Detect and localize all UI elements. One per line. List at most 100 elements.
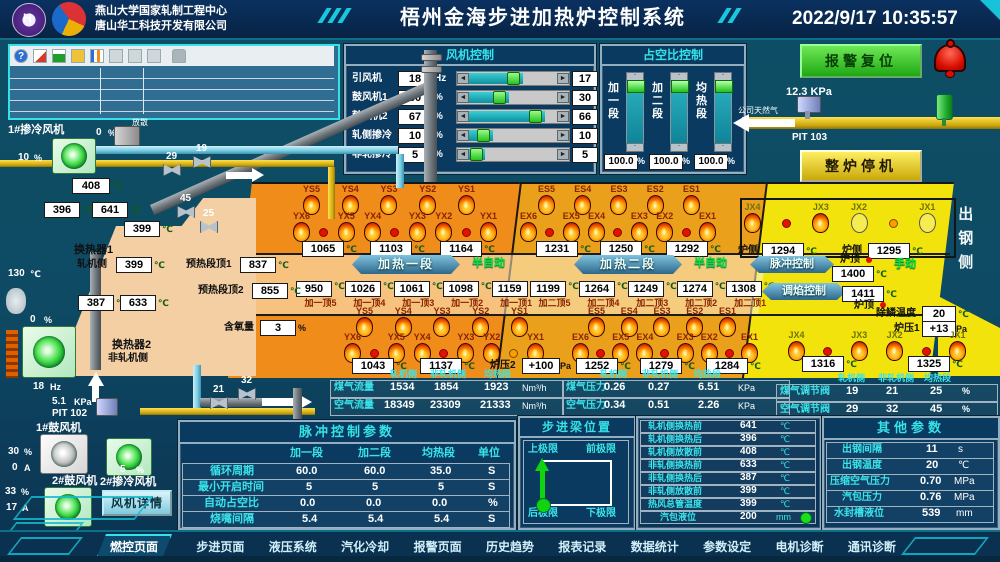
fan2-icon[interactable] <box>106 438 152 476</box>
hx-value: 399 <box>740 498 757 510</box>
burner-flame-icon[interactable] <box>851 341 868 361</box>
window-icon[interactable] <box>128 49 142 63</box>
valve-icon[interactable] <box>177 206 195 218</box>
pulse-cell[interactable]: 5 <box>306 481 312 494</box>
pulse-unit: S <box>488 513 495 526</box>
burner-flame-icon[interactable] <box>364 222 381 242</box>
pulse-cell[interactable]: 60.0 <box>296 465 317 478</box>
burner-flame-icon[interactable] <box>588 222 605 242</box>
fan-slider[interactable]: ◄► <box>456 109 570 124</box>
pulse-control-button[interactable]: 脉冲控制 <box>750 256 834 273</box>
pulse-cell[interactable]: 5 <box>438 481 444 494</box>
burner-flame-icon[interactable] <box>744 213 761 233</box>
burner-flame-icon[interactable] <box>886 341 903 361</box>
hx-value: 408 <box>740 446 757 458</box>
pulse-cell[interactable]: 0.0 <box>366 497 381 510</box>
blower2-label: 2#鼓风机 <box>52 475 97 488</box>
send-icon[interactable] <box>33 49 47 63</box>
flue-temp: 641 <box>92 202 128 218</box>
zone2-button[interactable]: 加热二段 <box>574 255 682 274</box>
pulse-unit: % <box>488 497 498 510</box>
tab-settings[interactable]: 参数设定 <box>703 538 751 555</box>
burner-flame-icon[interactable] <box>480 222 497 242</box>
burner-flame-icon[interactable] <box>563 222 580 242</box>
pulse-cell[interactable]: 5.4 <box>302 513 317 526</box>
burner-label: YX5 <box>338 211 355 221</box>
burner-flame-icon[interactable] <box>520 222 537 242</box>
other-unit: MPa <box>954 492 975 504</box>
cell: 18349 <box>384 399 415 412</box>
tab-walking[interactable]: 步进页面 <box>196 538 244 555</box>
burner-label: EX6 <box>520 211 537 221</box>
blower1-icon[interactable] <box>40 434 88 474</box>
tab-hydraulic[interactable]: 液压系统 <box>269 538 317 555</box>
gas-actuator-valve[interactable] <box>936 94 953 120</box>
duty-value[interactable]: 100.0 <box>694 154 728 170</box>
tab-alarm[interactable]: 报警页面 <box>414 538 462 555</box>
burner-flame-icon[interactable] <box>699 222 716 242</box>
burner-flame-icon[interactable] <box>338 222 355 242</box>
pulse-cell[interactable]: 5.4 <box>434 513 449 526</box>
duty-value[interactable]: 100.0 <box>604 154 638 170</box>
pulse-cell[interactable]: 35.0 <box>430 465 451 478</box>
tab-vapor-cooling[interactable]: 汽化冷却 <box>341 538 389 555</box>
pulse-cell[interactable]: 60.0 <box>364 465 385 478</box>
flame-adjust-button[interactable]: 调焰控制 <box>762 283 846 300</box>
pulse-cell[interactable]: 0.0 <box>300 497 315 510</box>
mid-fan-pct: 0 <box>30 314 36 326</box>
burner-flame-icon[interactable] <box>435 222 452 242</box>
hx-label: 非轧侧换热前 <box>648 460 702 470</box>
duty-slider[interactable]: -- <box>670 72 688 152</box>
burner-flame-icon[interactable] <box>293 222 310 242</box>
drum-level-indicator <box>800 512 812 524</box>
gas-flow-arrow-tail <box>749 119 795 127</box>
burner-flame-icon[interactable] <box>656 222 673 242</box>
burner-label: JX2 <box>851 202 867 212</box>
chart-icon[interactable] <box>90 49 104 63</box>
discharge-side-label: 出钢侧 <box>956 206 973 278</box>
lock-icon[interactable] <box>172 49 186 63</box>
fan-slider[interactable]: ◄► <box>456 128 570 143</box>
heat-exchanger2-label: 换热器2 <box>112 339 151 352</box>
burner-flame-icon[interactable] <box>409 222 426 242</box>
pulse-cell[interactable]: 5.4 <box>368 513 383 526</box>
status-dot <box>660 349 669 358</box>
tab-history-trend[interactable]: 历史趋势 <box>486 538 534 555</box>
duty-slider[interactable]: -- <box>714 72 732 152</box>
export-icon[interactable] <box>147 49 161 63</box>
alarm-bell-icon[interactable] <box>934 44 966 72</box>
mid-fan-icon[interactable] <box>22 326 76 378</box>
pulse-cell[interactable]: 5 <box>372 481 378 494</box>
burner-flame-icon-off[interactable] <box>919 213 936 233</box>
fan-slider[interactable]: ◄► <box>456 90 570 105</box>
zone1-button[interactable]: 加热一段 <box>352 255 460 274</box>
tab-motor-diag[interactable]: 电机诊断 <box>776 538 824 555</box>
unit-kpa: KPa <box>74 397 92 407</box>
fan-slider[interactable]: ◄► <box>456 71 570 86</box>
burner-flame-icon-off[interactable] <box>851 213 868 233</box>
row-label: 煤气压力 <box>566 382 606 394</box>
furnace-stop-button[interactable]: 整炉停机 <box>800 150 922 182</box>
alarm-reset-button[interactable]: 报警复位 <box>800 44 922 78</box>
pulse-cell[interactable]: 0.0 <box>432 497 447 510</box>
duty-value[interactable]: 100.0 <box>649 154 683 170</box>
burner-label: EX2 <box>656 211 673 221</box>
duty-slider[interactable]: -- <box>626 72 644 152</box>
fan-slider[interactable]: ◄► <box>456 147 570 162</box>
col-header: 均热段 <box>694 369 721 379</box>
burner-flame-icon[interactable] <box>631 222 648 242</box>
burner-flame-icon[interactable] <box>812 213 829 233</box>
tab-statistics[interactable]: 数据统计 <box>631 538 679 555</box>
tab-comm-diag[interactable]: 通讯诊断 <box>848 538 896 555</box>
report-icon[interactable] <box>109 49 123 63</box>
cell-unit: % <box>962 404 970 414</box>
alarm-grid[interactable] <box>10 68 334 114</box>
tab-report[interactable]: 报表记录 <box>558 538 606 555</box>
burner-flame-icon[interactable] <box>949 341 966 361</box>
folder-icon[interactable] <box>71 49 85 63</box>
burner-label: YS2 <box>472 306 489 316</box>
fan1-icon[interactable] <box>52 138 96 174</box>
download-icon[interactable] <box>52 49 66 63</box>
unit-celsius: ℃ <box>666 281 677 297</box>
help-icon[interactable]: ? <box>14 49 28 63</box>
